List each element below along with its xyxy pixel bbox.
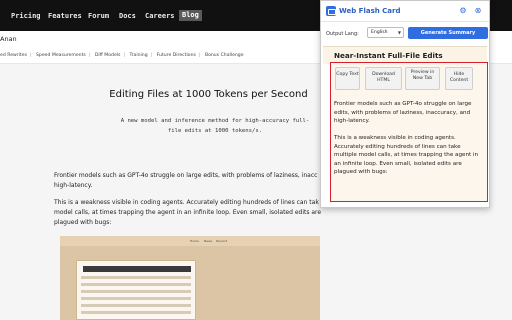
article-subtitle: A new model and inference method for hig… [120,118,310,134]
embed-line [81,290,191,293]
card-title: Near-Instant Full-File Edits [334,51,443,60]
embed-line [81,304,191,307]
popup-title: Web Flash Card [339,7,401,15]
divider [321,21,489,22]
embed-link: Discord [216,239,228,243]
hide-content-button[interactable]: Hide Content [445,67,473,90]
nav-docs[interactable]: Docs [119,11,136,21]
breadcrumb-item[interactable]: Diff Models [95,53,121,58]
breadcrumb-separator: | [123,53,126,58]
summary-paragraph: Frontier models such as GPT-4o struggle … [334,101,472,124]
breadcrumb-separator: | [29,53,32,58]
breadcrumb-separator: | [198,53,201,58]
breadcrumb-item[interactable]: Future Directions [157,53,196,58]
close-icon[interactable]: ⊗ [473,6,483,16]
embed-nav: Home News Discord [60,236,320,246]
summary-paragraph: This is a weakness visible in coding age… [334,135,479,175]
embedded-screenshot: Home News Discord [60,236,320,320]
breadcrumb-item[interactable]: Training [129,53,147,58]
embed-line [81,297,191,300]
nav-features[interactable]: Features [48,11,82,21]
breadcrumb-item[interactable]: ed Rewrites [0,53,27,58]
embed-line [81,283,191,286]
author-name: Anan [0,35,17,43]
embed-link: Home [190,239,199,243]
preview-new-tab-button[interactable]: Preview in New Tab [405,67,440,90]
embed-link: News [204,239,213,243]
breadcrumb-separator: | [88,53,91,58]
article-paragraph: This is a weakness visible in coding age… [54,199,322,226]
embed-line [81,276,191,279]
breadcrumb-item[interactable]: Speed Measurements [36,53,86,58]
generate-summary-button[interactable]: Generate Summary [408,27,488,39]
nav-blog[interactable]: Blog [179,10,202,21]
nav-careers[interactable]: Careers [145,11,175,21]
copy-text-button[interactable]: Copy Text [335,67,360,90]
gear-icon[interactable]: ⚙ [458,6,468,16]
embed-panel [76,260,196,320]
breadcrumb-separator: | [150,53,153,58]
output-lang-value: English [371,30,388,35]
nav-forum[interactable]: Forum [88,11,109,21]
flash-card-logo-icon [326,6,336,16]
breadcrumb-item[interactable]: Bonus Challenge [205,53,244,58]
output-lang-select[interactable]: English ▼ [367,27,404,38]
embed-code-bar [83,266,191,272]
chevron-down-icon: ▼ [397,30,401,35]
embed-line [81,311,191,314]
article-paragraph: Frontier models such as GPT-4o struggle … [54,172,318,189]
download-html-button[interactable]: Download HTML [365,67,402,90]
output-lang-label: Output Lang: [326,31,359,37]
breadcrumb: ed Rewrites | Speed Measurements | Diff Mo… [0,53,247,58]
nav-pricing[interactable]: Pricing [11,11,41,21]
